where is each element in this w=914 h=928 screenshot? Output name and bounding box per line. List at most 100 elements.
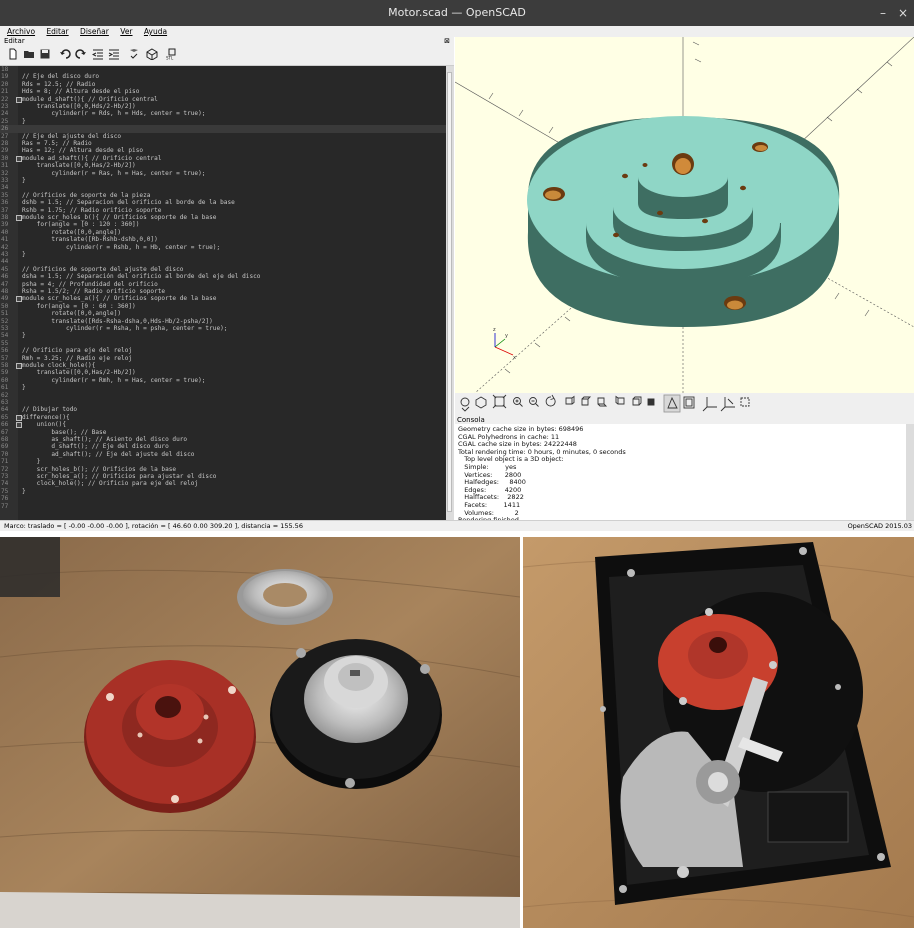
- code-line[interactable]: 28 Ras = 7.5; // Radio: [0, 140, 446, 147]
- code-line[interactable]: 40 rotate([0,0,angle]): [0, 229, 446, 236]
- menu-ayuda[interactable]: Ayuda: [144, 27, 167, 36]
- render-icon[interactable]: [146, 48, 158, 60]
- code-line[interactable]: 32 cylinder(r = Ras, h = Has, center = t…: [0, 170, 446, 177]
- zoom-out-icon[interactable]: [529, 397, 539, 407]
- code-line[interactable]: 73 scr_holes_a(); // Orificios para ajus…: [0, 473, 446, 480]
- view-left-icon[interactable]: [615, 395, 625, 405]
- code-line[interactable]: 30 module ad_shaft(){ // Orificio central: [0, 155, 446, 162]
- code-line[interactable]: 70 ad_shaft(); // Eje del ajuste del dis…: [0, 451, 446, 458]
- code-line[interactable]: 62: [0, 392, 446, 399]
- code-line[interactable]: 50 for(angle = [0 : 60 : 360]): [0, 303, 446, 310]
- orthogonal-icon[interactable]: [683, 396, 695, 409]
- code-line[interactable]: 56 // Orificio para eje del reloj: [0, 347, 446, 354]
- code-line[interactable]: 24 cylinder(r = Rds, h = Hds, center = t…: [0, 110, 446, 117]
- code-line[interactable]: 59 translate([0,0,Has/2-Hb/2]): [0, 369, 446, 376]
- show-edges-icon[interactable]: [740, 397, 750, 407]
- close-window-button[interactable]: ×: [898, 0, 908, 26]
- view-front-icon[interactable]: [632, 396, 642, 406]
- code-line[interactable]: 38 module scr_holes_b(){ // Orificios sop…: [0, 214, 446, 221]
- code-line[interactable]: 58 module clock_hole(){: [0, 362, 446, 369]
- unindent-icon[interactable]: [92, 48, 104, 60]
- view-back-icon[interactable]: [647, 398, 655, 406]
- code-line[interactable]: 36 dshb = 1.5; // Separacion del orificio…: [0, 199, 446, 206]
- zoom-in-icon[interactable]: [513, 397, 523, 407]
- show-axes-icon[interactable]: [702, 397, 717, 412]
- code-line[interactable]: 47 psha = 4; // Profundidad del orificio: [0, 281, 446, 288]
- menu-editar[interactable]: Editar: [46, 27, 68, 36]
- indent-icon[interactable]: [108, 48, 120, 60]
- preview-icon[interactable]: [128, 48, 140, 60]
- code-line[interactable]: 46 dsha = 1.5; // Separación del orificio…: [0, 273, 446, 280]
- code-line[interactable]: 34: [0, 184, 446, 191]
- code-line[interactable]: 19 // Eje del disco duro: [0, 73, 446, 80]
- code-line[interactable]: 42 cylinder(r = Rshb, h = Hb, center = t…: [0, 244, 446, 251]
- reset-view-icon[interactable]: [545, 394, 556, 407]
- code-line[interactable]: 51 rotate([0,0,angle]): [0, 310, 446, 317]
- save-icon[interactable]: [39, 48, 51, 60]
- code-line[interactable]: 33}: [0, 177, 446, 184]
- editor-scrollbar-thumb[interactable]: [447, 72, 452, 512]
- view-bottom-icon[interactable]: [597, 397, 608, 407]
- perspective-icon[interactable]: [663, 394, 681, 413]
- editor-dock-close-button[interactable]: ⊠: [444, 37, 450, 45]
- code-line[interactable]: 48 Rsha = 1.5/2; // Radio orificio soport…: [0, 288, 446, 295]
- code-line[interactable]: 66 union(){: [0, 421, 446, 429]
- code-line[interactable]: 72 scr_holes_b(); // Orificios de la bas…: [0, 466, 446, 473]
- render-view-icon[interactable]: [475, 396, 487, 409]
- code-line[interactable]: 23 translate([0,0,Hds/2-Hb/2]): [0, 103, 446, 110]
- code-line[interactable]: 61}: [0, 384, 446, 391]
- code-line[interactable]: 55: [0, 340, 446, 347]
- view-right-icon[interactable]: [565, 395, 575, 405]
- code-editor[interactable]: 18 19 // Eje del disco duro 20 Rds = 12.5; /…: [0, 66, 446, 520]
- code-line[interactable]: 18: [0, 66, 446, 73]
- menu-disenar[interactable]: Diseñar: [80, 27, 109, 36]
- menu-ver[interactable]: Ver: [120, 27, 132, 36]
- code-line[interactable]: 43}: [0, 251, 446, 258]
- menu-archivo[interactable]: Archivo: [7, 27, 35, 36]
- console-scrollbar[interactable]: [906, 424, 914, 520]
- code-line[interactable]: 37 Rshb = 1.75; // Radio orificio soporte: [0, 207, 446, 214]
- preview-view-icon[interactable]: [460, 397, 470, 412]
- show-scale-icon[interactable]: [720, 397, 735, 412]
- 3d-viewport[interactable]: x y z: [455, 37, 914, 393]
- undo-icon[interactable]: [59, 48, 71, 60]
- code-line[interactable]: 39 for(angle = [0 : 120 : 360]): [0, 221, 446, 228]
- code-line[interactable]: 64 // Dibujar todo: [0, 406, 446, 413]
- code-line[interactable]: 20 Rds = 12.5; // Radio: [0, 81, 446, 88]
- view-top-icon[interactable]: [581, 396, 592, 406]
- new-file-icon[interactable]: [7, 48, 19, 60]
- code-line[interactable]: 29 Has = 12; // Altura desde el piso: [0, 147, 446, 154]
- open-file-icon[interactable]: [23, 48, 35, 60]
- code-line[interactable]: 77: [0, 503, 446, 510]
- code-line[interactable]: 65 difference(){: [0, 414, 446, 421]
- code-line[interactable]: 63: [0, 399, 446, 406]
- code-line[interactable]: 74 clock_hole(); // Orificio para eje de…: [0, 480, 446, 487]
- code-line[interactable]: 27 // Eje del ajuste del disco: [0, 133, 446, 140]
- code-line[interactable]: 53 cylinder(r = Rsha, h = psha, center =…: [0, 325, 446, 332]
- code-line[interactable]: 76: [0, 495, 446, 502]
- code-line[interactable]: 60 cylinder(r = Rmh, h = Has, center = t…: [0, 377, 446, 384]
- editor-scrollbar[interactable]: [446, 66, 454, 520]
- code-line[interactable]: 57 Rmh = 3.25; // Radio eje reloj: [0, 355, 446, 362]
- code-line[interactable]: 35 // Orificios de soporte de la pieza: [0, 192, 446, 199]
- code-line[interactable]: 22 module d_shaft(){ // Orificio central: [0, 96, 446, 103]
- code-line[interactable]: 71 }: [0, 458, 446, 465]
- code-line[interactable]: 21 Hds = 8; // Altura desde el piso: [0, 88, 446, 95]
- code-line[interactable]: 67 base(); // Base: [0, 429, 446, 436]
- code-line[interactable]: 25}: [0, 118, 446, 125]
- minimize-button[interactable]: –: [880, 0, 886, 26]
- code-line[interactable]: 54}: [0, 332, 446, 339]
- view-all-icon[interactable]: [492, 394, 507, 409]
- code-line[interactable]: 31 translate([0,0,Has/2-Hb/2]): [0, 162, 446, 169]
- code-text: module d_shaft(){ // Orificio central: [22, 95, 158, 103]
- code-line[interactable]: 75}: [0, 488, 446, 495]
- code-line[interactable]: 44: [0, 258, 446, 265]
- redo-icon[interactable]: [75, 48, 87, 60]
- code-line[interactable]: 68 as_shaft(); // Asiento del disco duro: [0, 436, 446, 443]
- code-line[interactable]: 41 translate([Rb-Rshb-dshb,0,0]): [0, 236, 446, 243]
- code-line[interactable]: 52 translate([Rds-Rsha-dsha,0,Hds-Hb/2-p…: [0, 318, 446, 325]
- code-line[interactable]: 26: [0, 125, 446, 133]
- code-line[interactable]: 69 d_shaft(); // Eje del disco duro: [0, 443, 446, 450]
- code-line[interactable]: 49 module scr_holes_a(){ // Orificios sop…: [0, 295, 446, 303]
- export-stl-icon[interactable]: STL: [166, 48, 178, 60]
